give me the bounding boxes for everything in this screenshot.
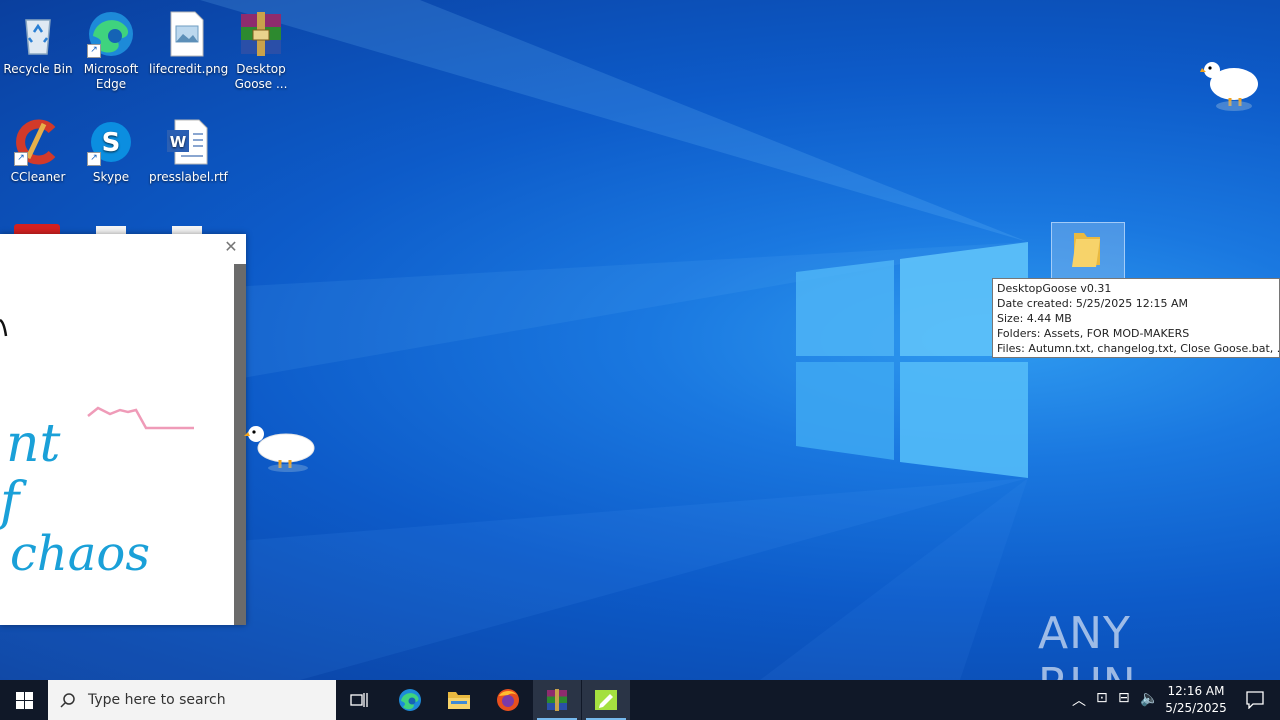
edge-icon: ↗ [87,10,135,58]
firefox-icon [497,689,519,711]
desktop-icon-presslabel[interactable]: W presslabel.rtf [149,112,228,208]
desktop-icon-label: Recycle Bin [3,62,73,76]
recycle-bin-icon [14,10,62,58]
desktop-goose-notepad-icon [595,690,617,710]
goose-notepad-window[interactable]: ✕ nt f chaos [0,234,246,625]
skype-icon: S ↗ [87,118,135,166]
tooltip-size: Size: 4.44 MB [997,312,1072,325]
taskbar-winrar[interactable] [533,680,581,720]
desktop-icon-label: Desktop Goose ... [234,62,288,91]
desktop-goose-folder[interactable] [1051,222,1125,282]
desktop-icon-ccleaner[interactable]: ↗ CCleaner [0,112,76,208]
system-tray: ︿ ⊡ ⊟ 🔈 [1068,680,1160,720]
shortcut-arrow-icon: ↗ [87,44,101,58]
desktop-icon-label: Microsoft Edge [83,62,139,91]
image-file-icon [163,10,211,58]
network-icon[interactable]: ⊟ [1118,690,1130,706]
search-placeholder: Type here to search [88,692,226,708]
desktop-icon-label: Skype [92,170,130,184]
folder-tooltip: DesktopGoose v0.31 Date created: 5/25/20… [992,278,1280,358]
tooltip-date-created: Date created: 5/25/2025 12:15 AM [997,297,1189,310]
taskbar-file-explorer[interactable] [435,680,483,720]
desktop-icon-recycle-bin[interactable]: Recycle Bin [0,4,76,100]
clock-time: 12:16 AM [1167,684,1225,698]
desktop-icon-label: presslabel.rtf [149,170,228,184]
desktop-icon-label: CCleaner [10,170,66,184]
handwriting-line-2: f [0,472,20,532]
volume-icon[interactable]: 🔈 [1140,689,1159,707]
tooltip-title: DesktopGoose v0.31 [997,282,1112,295]
edge-icon [399,689,421,711]
desktop-icon-edge[interactable]: ↗ Microsoft Edge [73,4,149,100]
ccleaner-icon: ↗ [14,118,62,166]
show-hidden-icons-chevron-icon[interactable]: ︿ [1072,690,1086,710]
svg-text:S: S [102,128,121,158]
tooltip-files: Files: Autumn.txt, changelog.txt, Close … [997,342,1280,355]
task-view-icon [350,693,368,707]
shortcut-arrow-icon: ↗ [87,152,101,166]
start-button[interactable] [0,680,48,720]
webcam-icon[interactable]: ⊡ [1096,690,1108,706]
shortcut-arrow-icon: ↗ [14,152,28,166]
desktop-icon-label: lifecredit.png [149,62,229,76]
desktop-icon-desktop-goose-archive[interactable]: Desktop Goose ... [223,4,299,100]
task-view-button[interactable] [336,680,384,720]
winrar-icon [547,689,567,711]
desktop-icon-skype[interactable]: S ↗ Skype [73,112,149,208]
desktop-icon-lifecredit[interactable]: lifecredit.png [149,4,229,100]
file-explorer-icon [448,692,470,709]
action-center-button[interactable] [1232,680,1276,720]
notification-icon [1246,691,1264,709]
search-icon [60,693,75,708]
svg-text:W: W [170,133,187,151]
taskbar-firefox[interactable] [484,680,532,720]
taskbar-clock[interactable]: 12:16 AM 5/25/2025 [1160,683,1232,717]
windows-start-icon [16,692,33,709]
handwriting-line-3: chaos [10,526,150,582]
word-document-icon: W [163,118,211,166]
taskbar: Type here to search ︿ ⊡ ⊟ 🔈 12:16 AM 5/2… [0,680,1280,720]
desktop[interactable]: Recycle Bin ↗ Microsoft Edge lifecredit.… [0,0,1280,680]
anyrun-watermark: ANY RUN [1038,608,1136,680]
clock-date: 5/25/2025 [1165,701,1227,715]
tooltip-folders: Folders: Assets, FOR MOD-MAKERS [997,327,1190,340]
goose-sprite [1200,62,1258,111]
taskbar-edge[interactable] [386,680,434,720]
goose-sprite [244,426,315,472]
taskbar-goose-notepad[interactable] [582,680,630,720]
taskbar-search-box[interactable]: Type here to search [48,680,336,720]
winrar-archive-icon [237,10,285,58]
handwriting-line-1: nt [6,414,61,474]
folder-icon [1072,233,1100,267]
